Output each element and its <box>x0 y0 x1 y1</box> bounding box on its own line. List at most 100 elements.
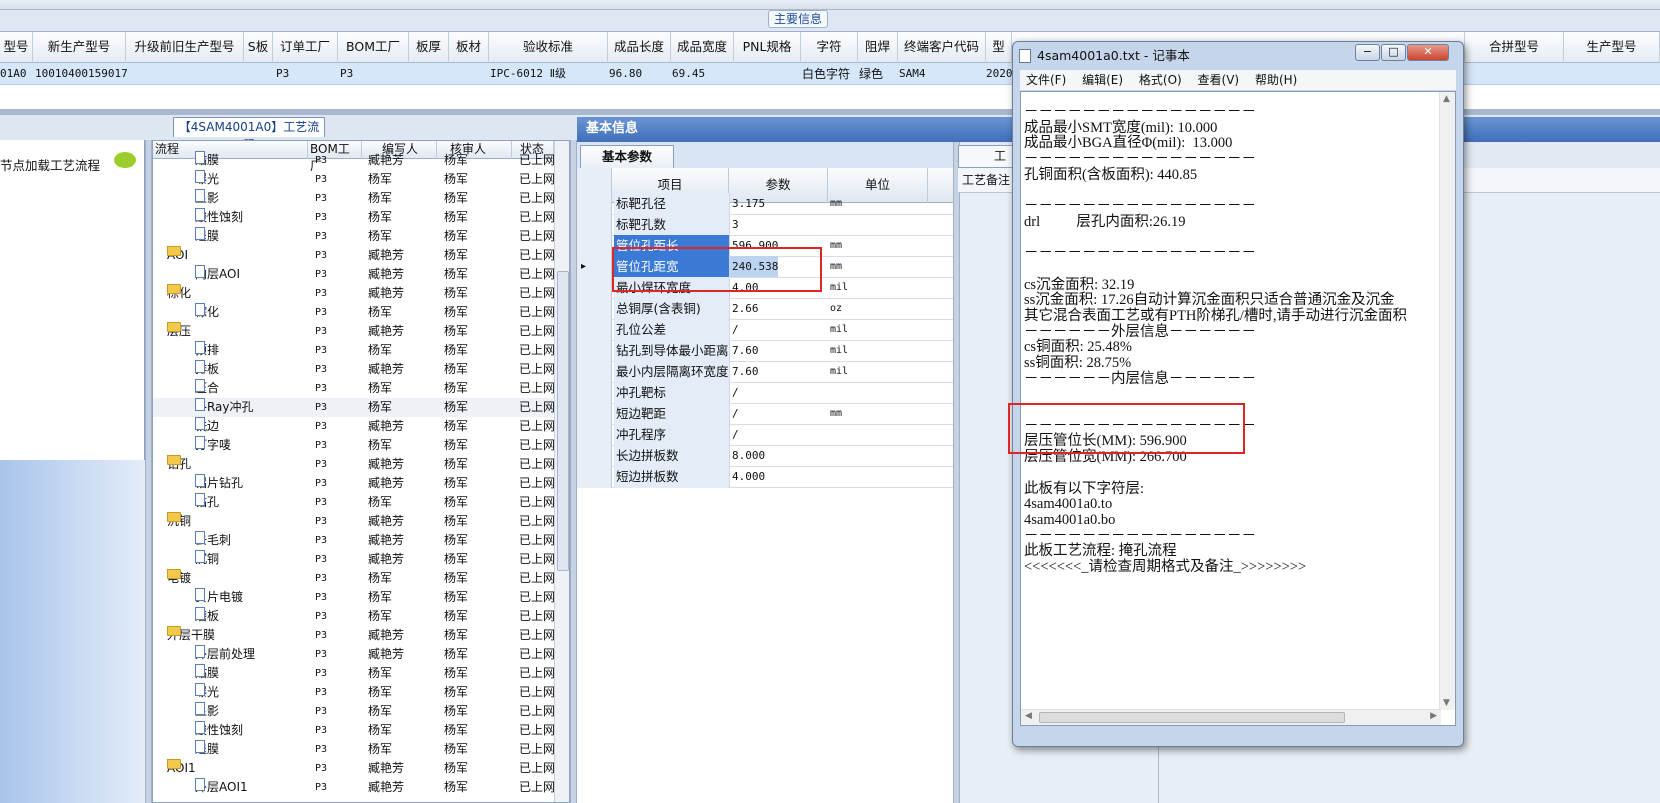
col-bom-factory[interactable]: BOM工厂 <box>338 32 409 63</box>
param-value[interactable]: / <box>730 403 739 424</box>
col-char[interactable]: 字符 <box>801 32 858 63</box>
row-selector[interactable] <box>577 193 612 215</box>
flow-row[interactable]: 铣边 P3 臧艳芳 杨军 已上网 <box>153 417 555 436</box>
scroll-left-icon[interactable]: ◀ <box>1025 711 1032 721</box>
flow-row[interactable]: −AOI1 P3 臧艳芳 杨军 已上网 <box>153 759 555 778</box>
flow-row[interactable]: 沉铜 P3 臧艳芳 杨军 已上网 <box>153 550 555 569</box>
row-selector[interactable] <box>577 319 612 341</box>
left-vertical-splitter[interactable] <box>145 140 152 803</box>
flow-row[interactable]: 压合 P3 杨军 杨军 已上网 <box>153 379 555 398</box>
param-row[interactable]: 钻孔到导体最小距离 7.60 mil <box>577 340 953 362</box>
flow-scrollbar[interactable] <box>554 141 569 802</box>
row-selector[interactable] <box>577 277 612 299</box>
param-value[interactable]: 3 <box>730 214 739 235</box>
notepad-horizontal-scrollbar[interactable]: ◀ ▶ <box>1021 709 1441 725</box>
scroll-up-icon[interactable]: ▲ <box>1443 94 1450 104</box>
flow-row[interactable]: −AOI P3 臧艳芳 杨军 已上网 <box>153 246 555 265</box>
flow-row[interactable]: 退膜 P3 杨军 杨军 已上网 <box>153 227 555 246</box>
row-selector[interactable] <box>577 235 612 257</box>
craft-tab[interactable]: 工 <box>958 145 1018 168</box>
notepad-titlebar[interactable]: 4sam4001a0.txt - 记事本 <box>1019 46 1319 66</box>
flow-row[interactable]: −钻孔 P3 臧艳芳 杨军 已上网 <box>153 455 555 474</box>
flow-scroll-thumb[interactable] <box>557 271 569 571</box>
notepad-window[interactable]: 4sam4001a0.txt - 记事本 − □ ✕ 文件(F) 编辑(E) 格… <box>1012 41 1464 747</box>
flow-row[interactable]: 贴膜 P3 臧艳芳 杨军 已上网 <box>153 151 555 170</box>
flow-row[interactable]: 磨板 P3 杨军 杨军 已上网 <box>153 607 555 626</box>
scroll-right-icon[interactable]: ▶ <box>1430 711 1437 721</box>
flow-row[interactable]: −棕化 P3 臧艳芳 杨军 已上网 <box>153 284 555 303</box>
flow-row[interactable]: 曝光 P3 杨军 杨军 已上网 <box>153 170 555 189</box>
row-selector[interactable] <box>577 466 612 488</box>
flow-row[interactable]: 外层前处理 P3 臧艳芳 杨军 已上网 <box>153 645 555 664</box>
flow-row[interactable]: 预排 P3 杨军 杨军 已上网 <box>153 341 555 360</box>
col-combine[interactable]: 合拼型号 <box>1464 32 1564 63</box>
flow-row[interactable]: X-Ray冲孔 P3 杨军 杨军 已上网 <box>153 398 555 417</box>
row-selector[interactable] <box>577 340 612 362</box>
param-row[interactable]: 短边拼板数 4.000 <box>577 466 953 488</box>
row-selector[interactable] <box>577 298 612 320</box>
col-thickness[interactable]: 板厚 <box>409 32 449 63</box>
menu-help[interactable]: 帮助(H) <box>1255 73 1297 87</box>
flow-row[interactable]: 显影 P3 杨军 杨军 已上网 <box>153 189 555 208</box>
param-value[interactable]: / <box>730 319 739 340</box>
right-vertical-splitter[interactable] <box>953 142 960 803</box>
flow-row[interactable]: 内层AOI P3 臧艳芳 杨军 已上网 <box>153 265 555 284</box>
param-row[interactable]: 冲孔靶标 / <box>577 382 953 404</box>
col-customer[interactable]: 终端客户代码 <box>898 32 986 63</box>
param-row[interactable]: 孔位公差 / mil <box>577 319 953 341</box>
menu-format[interactable]: 格式(O) <box>1139 73 1182 87</box>
flow-row[interactable]: 钻孔 P3 杨军 杨军 已上网 <box>153 493 555 512</box>
current-row-arrow-icon[interactable]: ▸ <box>577 256 612 278</box>
col-width[interactable]: 成品宽度 <box>671 32 734 63</box>
row-selector[interactable] <box>577 214 612 236</box>
param-value[interactable]: 8.000 <box>730 445 765 466</box>
col-pnl[interactable]: PNL规格 <box>734 32 801 63</box>
menu-edit[interactable]: 编辑(E) <box>1082 73 1123 87</box>
param-row[interactable]: 标靶孔数 3 <box>577 214 953 236</box>
maximize-icon[interactable]: □ <box>1381 44 1406 61</box>
row-selector[interactable] <box>577 424 612 446</box>
flow-row[interactable]: 负片电镀 P3 杨军 杨军 已上网 <box>153 588 555 607</box>
col-material[interactable]: 板材 <box>449 32 489 63</box>
param-row[interactable]: 总铜厚(含表铜) 2.66 oz <box>577 298 953 320</box>
param-value[interactable]: 4.000 <box>730 466 765 487</box>
notepad-vertical-scrollbar[interactable]: ▲ ▼ <box>1439 92 1455 710</box>
col-prod-model[interactable]: 生产型号 <box>1564 32 1660 63</box>
center-vertical-splitter[interactable] <box>570 140 577 803</box>
flow-row[interactable]: 贴膜 P3 杨军 杨军 已上网 <box>153 664 555 683</box>
flow-row[interactable]: −电镀 P3 杨军 杨军 已上网 <box>153 569 555 588</box>
load-flow-label[interactable]: 节点加载工艺流程 <box>0 155 100 174</box>
flow-row[interactable]: 打字唛 P3 杨军 杨军 已上网 <box>153 436 555 455</box>
chat-bubble-icon[interactable] <box>114 152 136 168</box>
col-old-model[interactable]: 升级前旧生产型号 <box>126 32 244 63</box>
col-type[interactable]: 型 <box>986 32 1012 63</box>
col-solder[interactable]: 阻焊 <box>858 32 898 63</box>
param-value[interactable]: / <box>730 424 739 445</box>
param-row[interactable]: 最小内层隔离环宽度 7.60 mil <box>577 361 953 383</box>
flow-row[interactable]: 外层AOI1 P3 臧艳芳 杨军 已上网 <box>153 778 555 797</box>
param-value[interactable]: / <box>730 382 739 403</box>
flow-row[interactable]: 铝片钻孔 P3 臧艳芳 杨军 已上网 <box>153 474 555 493</box>
row-selector[interactable] <box>577 382 612 404</box>
param-row[interactable]: 长边拼板数 8.000 <box>577 445 953 467</box>
flow-row[interactable]: 酸性蚀刻 P3 杨军 杨军 已上网 <box>153 208 555 227</box>
col-new-model[interactable]: 新生产型号 <box>33 32 126 63</box>
flow-row[interactable]: 去毛刺 P3 臧艳芳 杨军 已上网 <box>153 531 555 550</box>
col-model[interactable]: 型号 <box>0 32 33 63</box>
param-value[interactable]: 2.66 <box>730 298 759 319</box>
flow-row[interactable]: −外层干膜 P3 臧艳芳 杨军 已上网 <box>153 626 555 645</box>
row-selector[interactable] <box>577 403 612 425</box>
param-value[interactable]: 7.60 <box>730 361 759 382</box>
close-icon[interactable]: ✕ <box>1407 44 1449 61</box>
row-selector[interactable] <box>577 361 612 383</box>
flow-row[interactable]: 排板 P3 臧艳芳 杨军 已上网 <box>153 360 555 379</box>
param-row[interactable]: 标靶孔径 3.175 mm <box>577 193 953 215</box>
param-value[interactable]: 3.175 <box>730 193 765 214</box>
scroll-down-icon[interactable]: ▼ <box>1443 698 1450 708</box>
col-s-board[interactable]: S板 <box>244 32 273 63</box>
col-length[interactable]: 成品长度 <box>608 32 671 63</box>
minimize-icon[interactable]: − <box>1355 44 1380 61</box>
flow-row[interactable]: 棕化 P3 杨军 杨军 已上网 <box>153 303 555 322</box>
process-flow-tab[interactable]: 【4SAM4001A0】工艺流程 <box>173 117 325 152</box>
flow-row[interactable]: 酸性蚀刻 P3 杨军 杨军 已上网 <box>153 721 555 740</box>
